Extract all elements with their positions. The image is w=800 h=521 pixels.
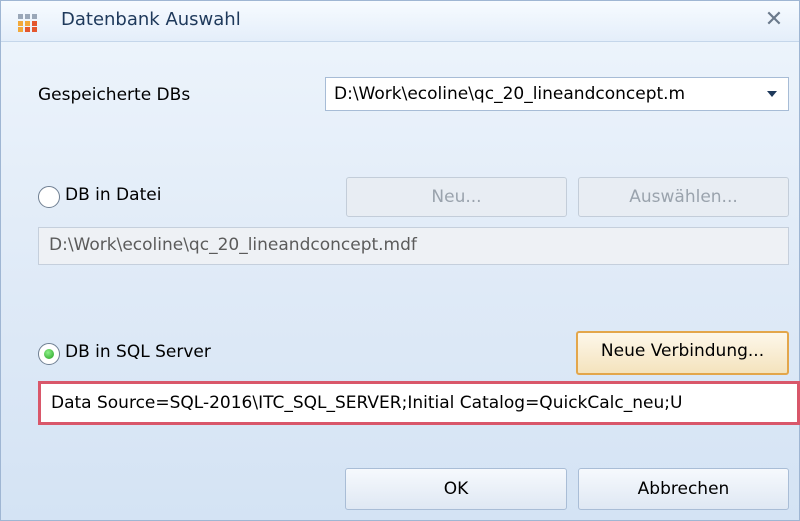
close-icon[interactable]: ✕ [761, 7, 787, 33]
new-file-button[interactable]: Neu... [346, 177, 567, 217]
saved-dbs-value: D:\Work\ecoline\qc_20_lineandconcept.m [334, 84, 686, 104]
saved-dbs-label: Gespeicherte DBs [38, 85, 191, 105]
file-db-radio[interactable] [38, 186, 60, 208]
new-connection-button[interactable]: Neue Verbindung... [576, 331, 789, 375]
connection-string-field[interactable]: Data Source=SQL-2016\ITC_SQL_SERVER;Init… [38, 381, 800, 425]
file-path-field[interactable]: D:\Work\ecoline\qc_20_lineandconcept.mdf [38, 227, 789, 265]
database-selection-dialog: Datenbank Auswahl ✕ Gespeicherte DBs D:\… [0, 0, 800, 521]
ok-button[interactable]: OK [345, 468, 567, 510]
app-icon [18, 14, 37, 32]
sql-db-label: DB in SQL Server [65, 342, 211, 362]
file-db-label: DB in Datei [65, 185, 162, 205]
select-file-button[interactable]: Auswählen... [578, 177, 789, 217]
title-bar: Datenbank Auswahl ✕ [1, 1, 799, 42]
cancel-button[interactable]: Abbrechen [578, 468, 789, 510]
window-title: Datenbank Auswahl [61, 9, 241, 30]
chevron-down-icon[interactable] [756, 78, 788, 110]
saved-dbs-dropdown[interactable]: D:\Work\ecoline\qc_20_lineandconcept.m [325, 77, 789, 111]
sql-db-radio[interactable] [38, 343, 60, 365]
